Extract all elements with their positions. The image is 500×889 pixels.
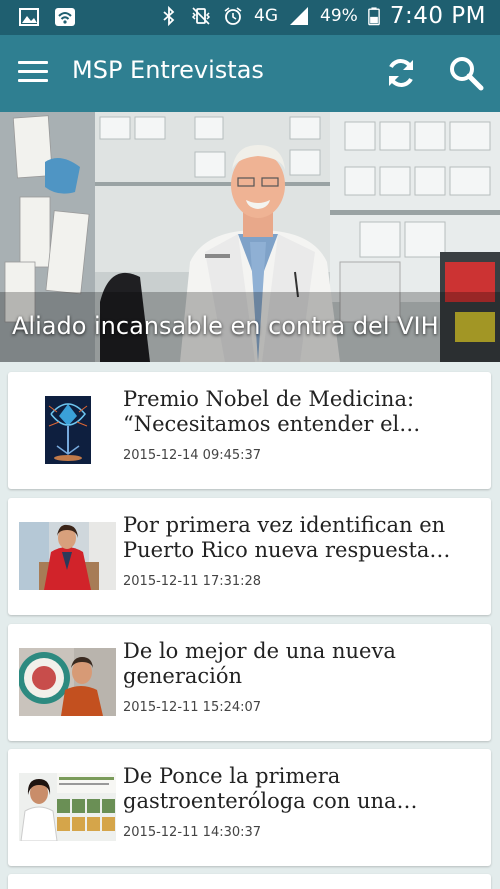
- article-thumbnail: [19, 773, 116, 841]
- battery-icon: [367, 7, 380, 26]
- article-title: Premio Nobel de Medicina: “Necesitamos e…: [123, 387, 421, 436]
- article-title: De Ponce la primera gastroenteróloga con…: [123, 764, 418, 813]
- search-icon[interactable]: [448, 55, 484, 91]
- signal-icon: [290, 7, 309, 25]
- article-title: Por primera vez identifican en Puerto Ri…: [123, 513, 451, 562]
- app-title: MSP Entrevistas: [72, 56, 264, 84]
- app-bar: MSP Entrevistas: [0, 35, 500, 112]
- network-type: 4G: [254, 6, 279, 26]
- menu-icon[interactable]: [18, 61, 48, 85]
- featured-caption: Aliado incansable en contra del VIH: [12, 312, 439, 340]
- featured-article[interactable]: Aliado incansable en contra del VIH: [0, 112, 500, 362]
- alarm-icon: [224, 7, 242, 25]
- article-thumbnail: [19, 648, 116, 716]
- article-title: De lo mejor de una nueva generación: [123, 639, 396, 688]
- status-bar: 4G 49% 7:40 PM: [0, 0, 500, 35]
- vibrate-icon: [191, 7, 211, 25]
- bluetooth-icon: [163, 5, 175, 27]
- article-thumbnail: [19, 396, 116, 464]
- article-date: 2015-12-11 17:31:28: [123, 574, 262, 589]
- clock: 7:40 PM: [389, 3, 486, 29]
- image-icon: [19, 8, 39, 26]
- article-card-5[interactable]: [8, 874, 491, 889]
- article-card-3[interactable]: De lo mejor de una nueva generación 2015…: [8, 624, 491, 741]
- article-card-2[interactable]: Por primera vez identifican en Puerto Ri…: [8, 498, 491, 615]
- refresh-icon[interactable]: [384, 55, 418, 91]
- article-thumbnail: [19, 522, 116, 590]
- article-date: 2015-12-11 15:24:07: [123, 700, 262, 715]
- article-card-1[interactable]: Premio Nobel de Medicina: “Necesitamos e…: [8, 372, 491, 489]
- article-date: 2015-12-11 14:30:37: [123, 825, 262, 840]
- wifi-icon: [55, 8, 75, 26]
- article-card-4[interactable]: De Ponce la primera gastroenteróloga con…: [8, 749, 491, 866]
- article-date: 2015-12-14 09:45:37: [123, 448, 262, 463]
- battery-percent: 49%: [320, 6, 358, 26]
